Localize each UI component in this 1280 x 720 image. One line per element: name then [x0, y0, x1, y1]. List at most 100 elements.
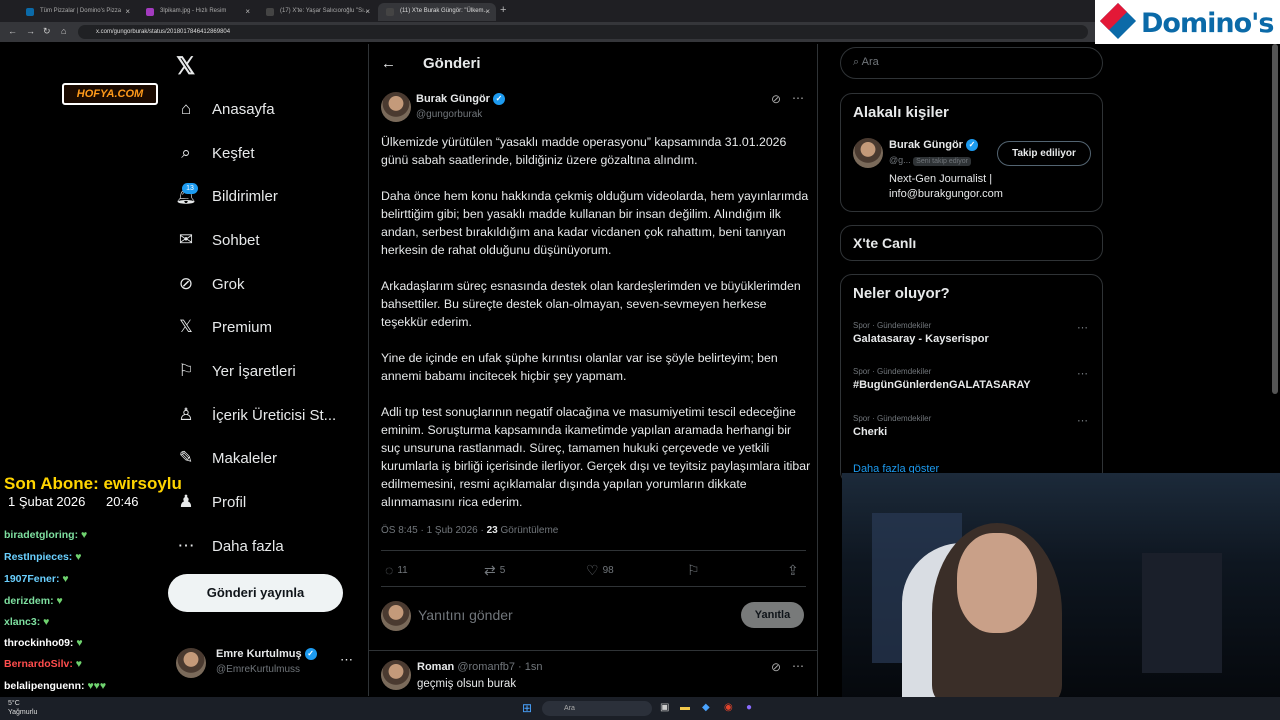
- avatar: [176, 648, 206, 678]
- grok-icon[interactable]: ⊘: [771, 92, 781, 106]
- nav-item-grok[interactable]: ⊘ Grok: [176, 268, 245, 300]
- x-logo-icon[interactable]: 𝕏: [176, 52, 195, 81]
- author-name: Burak Güngör: [416, 93, 490, 105]
- new-tab-icon[interactable]: +: [500, 4, 506, 16]
- trend-meta: Spor · Gündemdekiler: [853, 321, 932, 330]
- chat-user: biradetgloring:: [4, 529, 79, 541]
- repost-action[interactable]: ⇄ 5: [484, 562, 505, 579]
- more-icon: ⋯: [177, 536, 195, 555]
- bookmark-icon: ⚐: [687, 562, 700, 578]
- nav-label: Yer İşaretleri: [212, 362, 296, 380]
- reply-action[interactable]: ◌ 11: [385, 562, 408, 578]
- bookmark-action[interactable]: ⚐: [687, 562, 704, 579]
- avatar[interactable]: [381, 660, 411, 690]
- discord-icon[interactable]: ●: [746, 702, 752, 713]
- author-row[interactable]: Burak Güngör ✓: [416, 93, 505, 106]
- avatar[interactable]: [381, 92, 411, 122]
- more-icon[interactable]: ⋯: [792, 659, 804, 673]
- forward-icon[interactable]: →: [26, 26, 35, 36]
- weather-desc: Yağmurlu: [8, 709, 38, 716]
- browser-tab[interactable]: (17) X'te: Yaşar Salıcıoroğlu "Sı... ×: [258, 3, 376, 21]
- chat-user: BernardoSilv:: [4, 658, 73, 670]
- nav-label: Bildirimler: [212, 187, 278, 205]
- chrome-icon[interactable]: ◉: [724, 702, 733, 713]
- like-action[interactable]: ♡ 98: [586, 562, 614, 579]
- reply-icon: ◌: [385, 562, 394, 578]
- close-icon[interactable]: ×: [245, 7, 250, 16]
- reload-icon[interactable]: ↻: [43, 26, 51, 37]
- share-action[interactable]: ⇪: [787, 562, 803, 579]
- nav-item-explore[interactable]: ⌕ Keşfet: [176, 137, 254, 169]
- post-button[interactable]: Gönderi yayınla: [168, 574, 343, 612]
- more-icon[interactable]: ⋯: [340, 652, 353, 668]
- grok-icon[interactable]: ⊘: [771, 660, 781, 674]
- nav-item-articles[interactable]: ✎ Makaleler: [176, 442, 277, 474]
- chat-message: throckinho09: ♥: [4, 637, 83, 649]
- more-icon[interactable]: ⋯: [1077, 414, 1088, 427]
- share-icon: ⇪: [787, 562, 799, 578]
- nav-item-creator-studio[interactable]: ♙ İçerik Üreticisi St...: [176, 399, 336, 431]
- like-count: 98: [602, 565, 614, 576]
- reply-input[interactable]: Yanıtını gönder: [418, 607, 513, 623]
- post-paragraph: Yine de içinde en ufak şüphe kırıntısı o…: [381, 351, 778, 383]
- nav-item-chat[interactable]: ✉ Sohbet: [176, 224, 260, 256]
- more-icon[interactable]: ⋯: [1077, 321, 1088, 334]
- heart-icon: ♥: [75, 551, 82, 563]
- author-handle[interactable]: @gungorburak: [416, 109, 482, 120]
- nav-item-home[interactable]: ⌂ Anasayfa: [176, 93, 275, 125]
- chat-message: belalipenguenn: ♥♥♥: [4, 680, 106, 692]
- close-icon[interactable]: ×: [365, 7, 370, 16]
- taskbar-search[interactable]: Ara: [542, 701, 652, 716]
- chat-message: biradetgloring: ♥: [4, 529, 87, 541]
- avatar[interactable]: [853, 138, 883, 168]
- close-icon[interactable]: ×: [125, 7, 130, 16]
- windows-start-icon[interactable]: ⊞: [522, 701, 532, 715]
- more-icon[interactable]: ⋯: [1077, 367, 1088, 380]
- task-view-icon[interactable]: ▣: [660, 702, 669, 713]
- more-icon[interactable]: ⋯: [792, 91, 804, 105]
- repost-count: 5: [499, 565, 506, 576]
- following-button[interactable]: Takip ediliyor: [997, 141, 1091, 166]
- trend-item[interactable]: Spor · Gündemdekiler #BugünGünlerdenGALAT…: [853, 367, 1093, 391]
- search-input[interactable]: ⌕ Ara: [840, 47, 1103, 79]
- heart-icon: ♥: [75, 658, 83, 670]
- back-icon[interactable]: ←: [8, 26, 17, 36]
- nav-label: İçerik Üreticisi St...: [212, 406, 337, 424]
- nav-item-more[interactable]: ⋯ Daha fazla: [176, 530, 284, 562]
- trend-name: Galatasaray - Kayserispor: [853, 333, 989, 345]
- trend-item[interactable]: Spor · Gündemdekiler Galatasaray - Kayser…: [853, 321, 1093, 345]
- back-arrow-icon[interactable]: ←: [381, 55, 396, 72]
- file-explorer-icon[interactable]: ▬: [680, 702, 690, 713]
- chat-user: throckinho09:: [4, 637, 74, 649]
- card-title: Neler oluyor?: [853, 285, 950, 302]
- scrollbar[interactable]: [1272, 44, 1278, 394]
- streamer-face: [957, 533, 1037, 633]
- reply-handle[interactable]: @romanfb7: [457, 661, 515, 673]
- url-field[interactable]: x.com/gungorburak/status/201801784641286…: [78, 25, 1088, 39]
- tab-label: (11) X'te Burak Güngör: "Ülkem...: [400, 8, 489, 14]
- nav-item-premium[interactable]: 𝕏 Premium: [176, 311, 272, 343]
- browser-tab[interactable]: Tüm Pizzalar | Domino's Pizza ×: [18, 3, 136, 21]
- card-title: X'te Canlı: [853, 235, 917, 251]
- search-icon: ⌕: [181, 143, 191, 162]
- live-card[interactable]: X'te Canlı: [840, 225, 1103, 261]
- nav-item-bookmarks[interactable]: ⚐ Yer İşaretleri: [176, 355, 296, 387]
- reply-time: · 1sn: [518, 661, 543, 673]
- chat-user: derizdem:: [4, 595, 54, 607]
- browser-tab[interactable]: 3lpikam.jpg - Hızlı Resim ×: [138, 3, 256, 21]
- close-icon[interactable]: ×: [485, 7, 490, 16]
- card-title: Alakalı kişiler: [853, 104, 949, 121]
- home-icon[interactable]: ⌂: [61, 26, 66, 36]
- reply-button[interactable]: Yanıtla: [741, 602, 804, 628]
- person-name-row[interactable]: Burak Güngör ✓: [889, 139, 978, 152]
- reply-author[interactable]: Roman: [417, 661, 454, 673]
- nav-item-profile[interactable]: ♟ Profil: [176, 486, 246, 518]
- person-handle: @g...: [889, 155, 911, 165]
- app-icon[interactable]: ◆: [702, 702, 710, 713]
- trend-item[interactable]: Spor · Gündemdekiler Cherki: [853, 414, 1093, 438]
- chat-user: xlanc3:: [4, 616, 41, 628]
- chat-user: 1907Fener:: [4, 573, 60, 585]
- account-switcher[interactable]: Emre Kurtulmuş ✓ @EmreKurtulmuss ⋯: [168, 644, 358, 684]
- weather-widget[interactable]: 5°C Yağmurlu: [8, 699, 37, 717]
- browser-tab-active[interactable]: (11) X'te Burak Güngör: "Ülkem... ×: [378, 3, 496, 21]
